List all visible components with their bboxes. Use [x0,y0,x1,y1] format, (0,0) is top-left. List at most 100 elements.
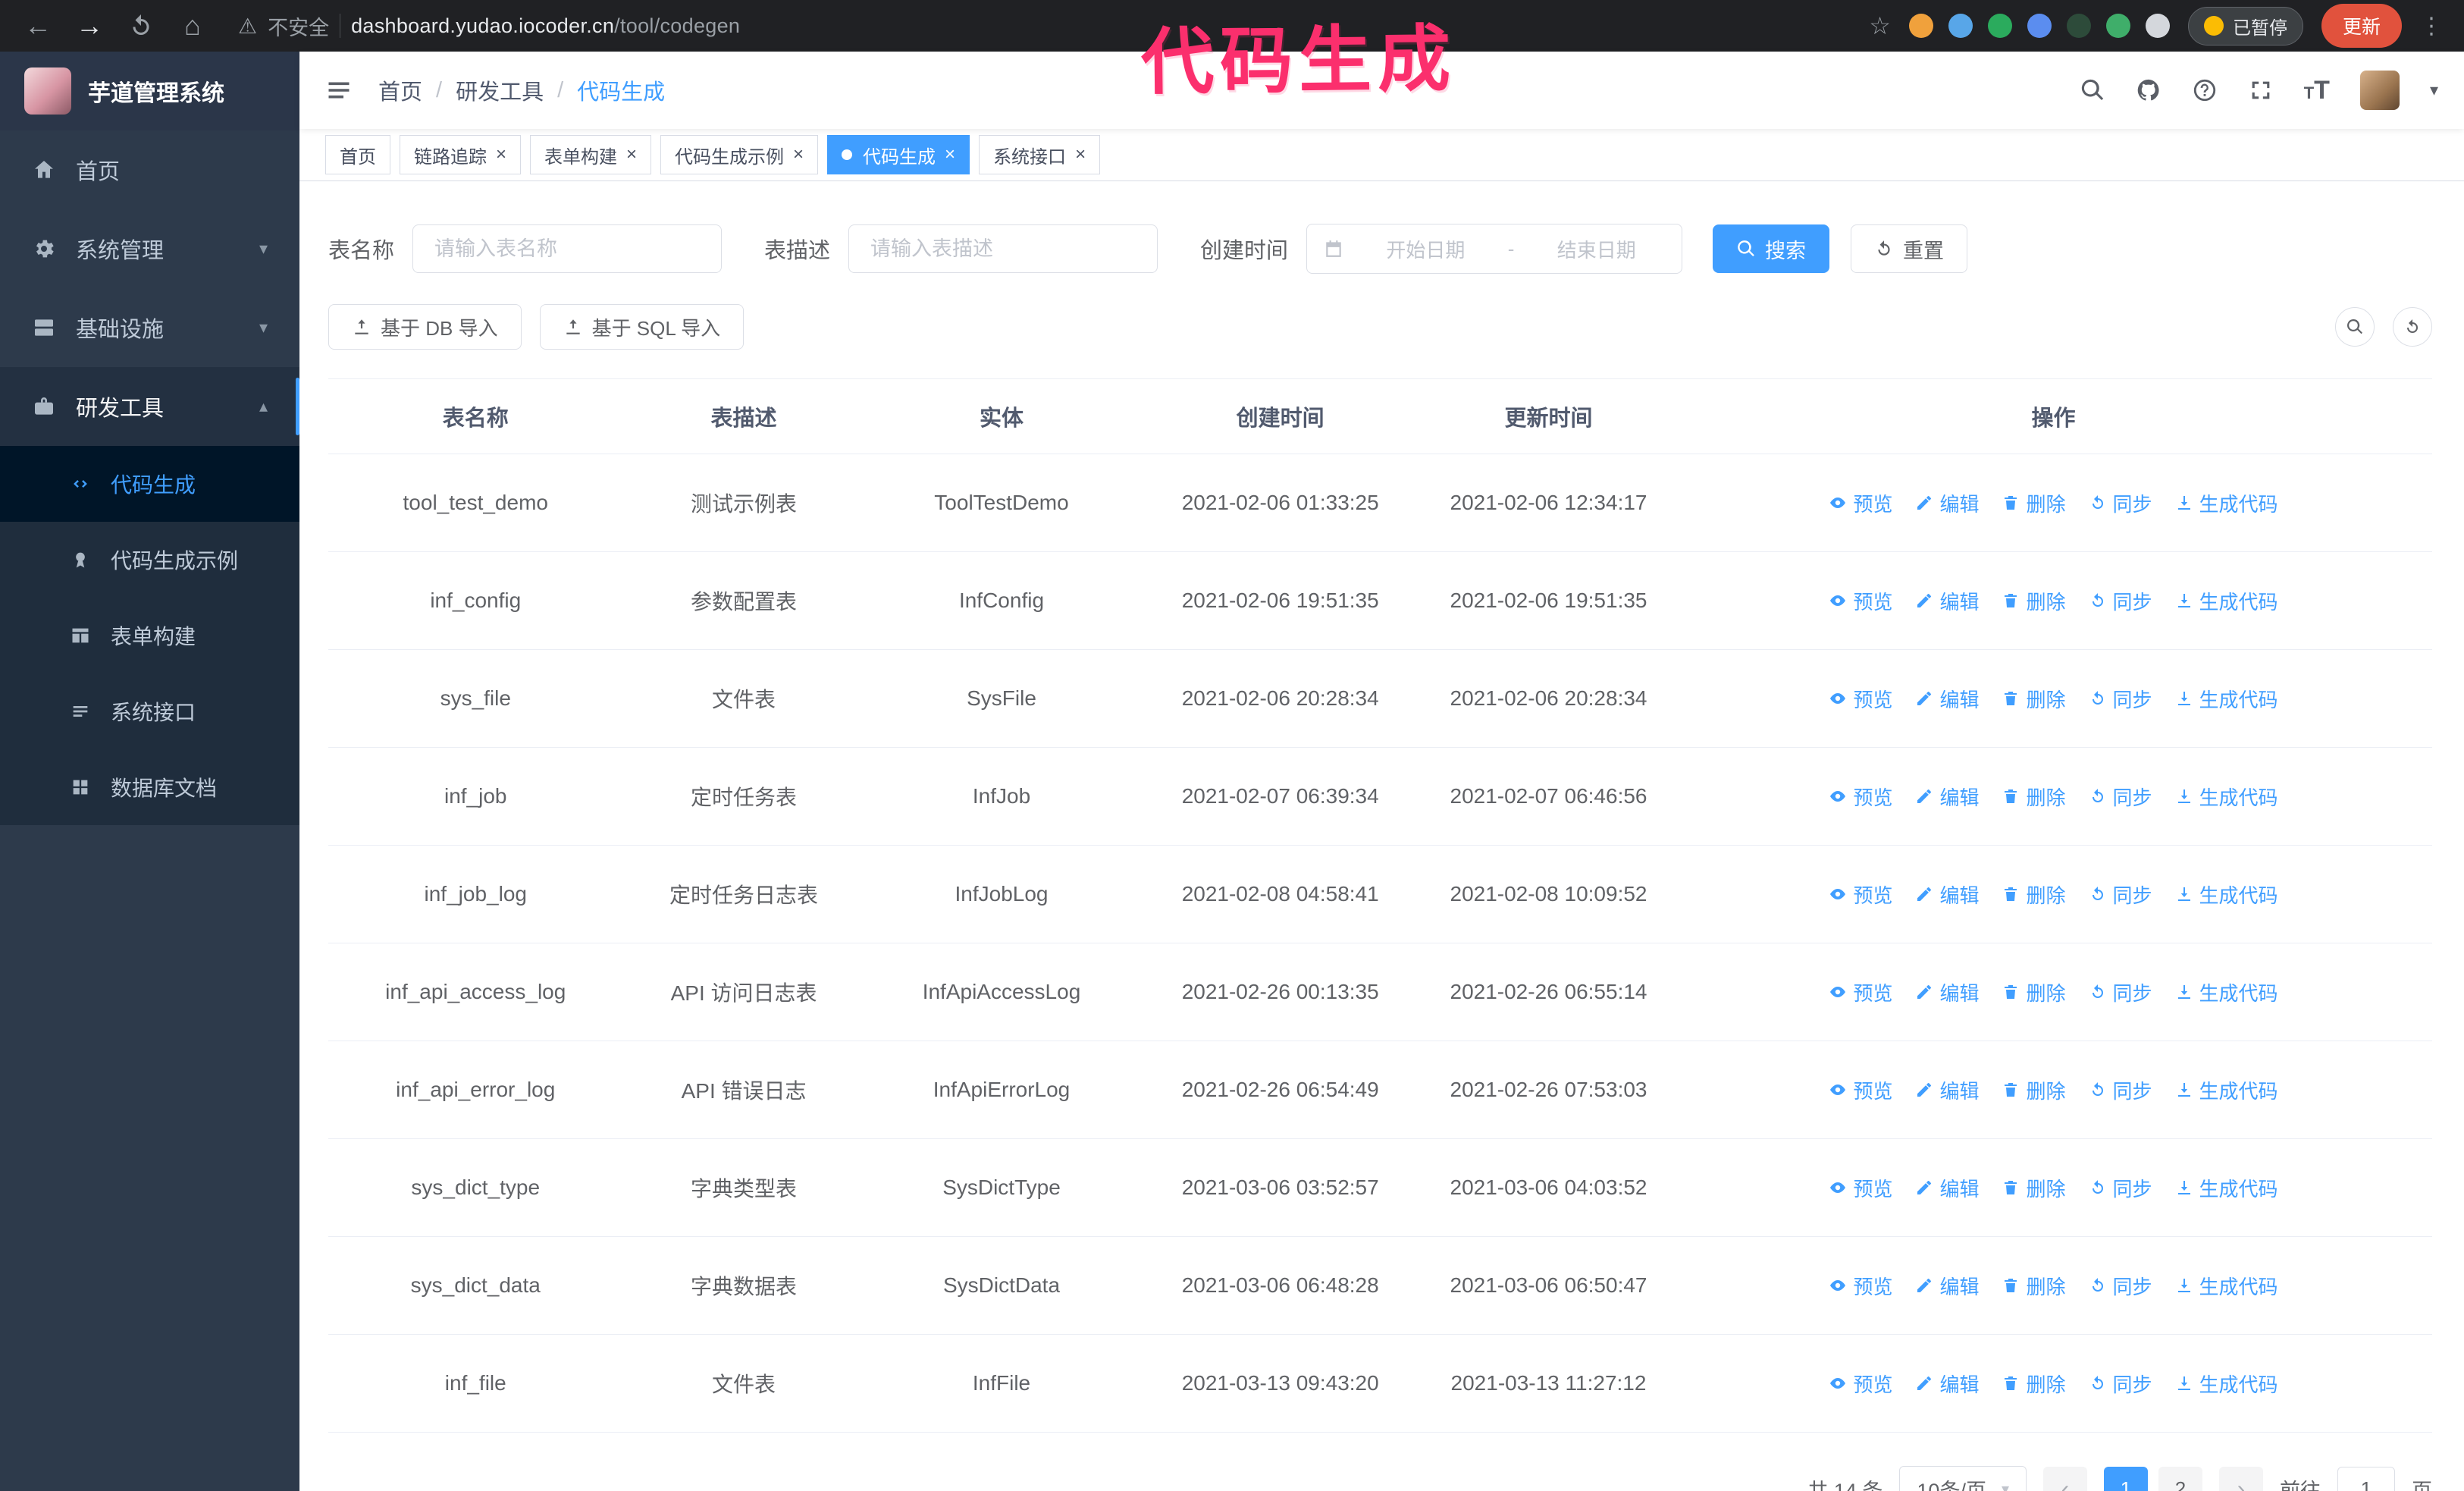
action-download-link[interactable]: 生成代码 [2175,1174,2278,1202]
ext-dark-green-icon[interactable] [2066,14,2091,38]
ext-orange-icon[interactable] [1908,14,1933,38]
ext-blue-drop-icon[interactable] [1948,14,1973,38]
action-delete-link[interactable]: 删除 [2002,978,2066,1006]
chrome-menu-icon[interactable]: ⋮ [2420,13,2443,39]
action-sync-link[interactable]: 同步 [2089,587,2152,615]
tab-表单构建[interactable]: 表单构建 × [530,135,652,174]
close-icon[interactable]: × [626,144,637,165]
action-eye-link[interactable]: 预览 [1829,587,1892,615]
action-download-link[interactable]: 生成代码 [2175,1076,2278,1104]
caret-down-icon[interactable]: ▾ [2430,80,2438,100]
action-delete-link[interactable]: 删除 [2002,1370,2066,1398]
page-size-select[interactable]: 10条/页 ▾ [1899,1466,2027,1491]
action-eye-link[interactable]: 预览 [1829,880,1892,909]
tab-代码生成[interactable]: 代码生成 × [827,135,970,174]
browser-forward-icon[interactable]: → [73,12,106,39]
browser-back-icon[interactable]: ← [21,12,55,39]
date-range-picker[interactable]: 开始日期 - 结束日期 [1306,224,1683,274]
action-download-link[interactable]: 生成代码 [2175,489,2278,517]
ext-puzzle-icon[interactable] [2145,14,2170,38]
action-download-link[interactable]: 生成代码 [2175,783,2278,811]
action-delete-link[interactable]: 删除 [2002,489,2066,517]
close-icon[interactable]: × [945,144,955,165]
ext-leaf-icon[interactable] [2105,14,2130,38]
action-eye-link[interactable]: 预览 [1829,978,1892,1006]
paused-badge[interactable]: 已暂停 [2187,6,2303,46]
action-eye-link[interactable]: 预览 [1829,1370,1892,1398]
tab-首页[interactable]: 首页 [325,135,390,174]
close-icon[interactable]: × [793,144,804,165]
action-sync-link[interactable]: 同步 [2089,1174,2152,1202]
browser-refresh-icon[interactable] [124,12,158,39]
browser-home-icon[interactable]: ⌂ [176,12,209,39]
import-db-button[interactable]: 基于 DB 导入 [328,304,522,350]
sidebar-item-基础设施[interactable]: 基础设施 ▾ [0,288,299,367]
action-delete-link[interactable]: 删除 [2002,1174,2066,1202]
action-download-link[interactable]: 生成代码 [2175,1370,2278,1398]
breadcrumb-item[interactable]: 研发工具 [456,74,544,106]
sidebar-logo[interactable]: 芋道管理系统 [0,52,299,130]
page-button-2[interactable]: 2 [2158,1467,2202,1491]
reset-button[interactable]: 重置 [1851,224,1968,273]
address-bar[interactable]: dashboard.yudao.iocoder.cn/tool/codegen [351,14,740,38]
sidebar-item-研发工具[interactable]: 研发工具 ▴ [0,367,299,446]
chrome-update-button[interactable]: 更新 [2321,4,2402,48]
site-security[interactable]: ⚠ 不安全 dashboard.yudao.iocoder.cn/tool/co… [238,11,740,41]
action-sync-link[interactable]: 同步 [2089,1076,2152,1104]
toggle-search-button[interactable] [2335,307,2375,347]
refresh-table-button[interactable] [2393,307,2432,347]
action-delete-link[interactable]: 删除 [2002,1076,2066,1104]
bookmark-star-icon[interactable]: ☆ [1869,11,1891,40]
action-sync-link[interactable]: 同步 [2089,783,2152,811]
action-eye-link[interactable]: 预览 [1829,1076,1892,1104]
github-icon[interactable] [2136,77,2161,103]
tab-系统接口[interactable]: 系统接口 × [979,135,1101,174]
action-download-link[interactable]: 生成代码 [2175,1272,2278,1300]
action-sync-link[interactable]: 同步 [2089,1370,2152,1398]
hamburger-icon[interactable] [325,77,353,104]
action-sync-link[interactable]: 同步 [2089,1272,2152,1300]
action-edit-link[interactable]: 编辑 [1915,880,1979,909]
action-edit-link[interactable]: 编辑 [1915,1076,1979,1104]
sidebar-subitem-代码生成示例[interactable]: 代码生成示例 [0,522,299,598]
ext-green-check-icon[interactable] [1987,14,2012,38]
action-delete-link[interactable]: 删除 [2002,587,2066,615]
action-edit-link[interactable]: 编辑 [1915,1272,1979,1300]
goto-page-input[interactable] [2337,1467,2395,1491]
question-icon[interactable] [2192,77,2218,103]
search-icon[interactable] [2080,77,2105,103]
action-edit-link[interactable]: 编辑 [1915,685,1979,713]
action-edit-link[interactable]: 编辑 [1915,978,1979,1006]
action-download-link[interactable]: 生成代码 [2175,685,2278,713]
action-download-link[interactable]: 生成代码 [2175,880,2278,909]
ext-people-icon[interactable] [2027,14,2052,38]
action-edit-link[interactable]: 编辑 [1915,587,1979,615]
table-desc-input[interactable] [848,224,1158,273]
close-icon[interactable]: × [1075,144,1086,165]
prev-page-button[interactable]: ‹ [2043,1467,2087,1491]
action-delete-link[interactable]: 删除 [2002,783,2066,811]
action-edit-link[interactable]: 编辑 [1915,489,1979,517]
import-sql-button[interactable]: 基于 SQL 导入 [539,304,745,350]
action-download-link[interactable]: 生成代码 [2175,587,2278,615]
page-button-1[interactable]: 1 [2104,1467,2148,1491]
action-eye-link[interactable]: 预览 [1829,685,1892,713]
action-edit-link[interactable]: 编辑 [1915,783,1979,811]
font-size-icon[interactable]: TT [2304,76,2330,105]
action-sync-link[interactable]: 同步 [2089,489,2152,517]
sidebar-subitem-表单构建[interactable]: 表单构建 [0,598,299,673]
sidebar-subitem-系统接口[interactable]: 系统接口 [0,673,299,749]
action-download-link[interactable]: 生成代码 [2175,978,2278,1006]
action-sync-link[interactable]: 同步 [2089,978,2152,1006]
tab-代码生成示例[interactable]: 代码生成示例 × [660,135,819,174]
action-eye-link[interactable]: 预览 [1829,1272,1892,1300]
breadcrumb-item[interactable]: 首页 [378,74,422,106]
action-eye-link[interactable]: 预览 [1829,489,1892,517]
sidebar-item-系统管理[interactable]: 系统管理 ▾ [0,209,299,288]
sidebar-subitem-代码生成[interactable]: 代码生成 [0,446,299,522]
action-sync-link[interactable]: 同步 [2089,880,2152,909]
action-sync-link[interactable]: 同步 [2089,685,2152,713]
action-eye-link[interactable]: 预览 [1829,1174,1892,1202]
search-button[interactable]: 搜索 [1713,224,1830,273]
action-delete-link[interactable]: 删除 [2002,685,2066,713]
